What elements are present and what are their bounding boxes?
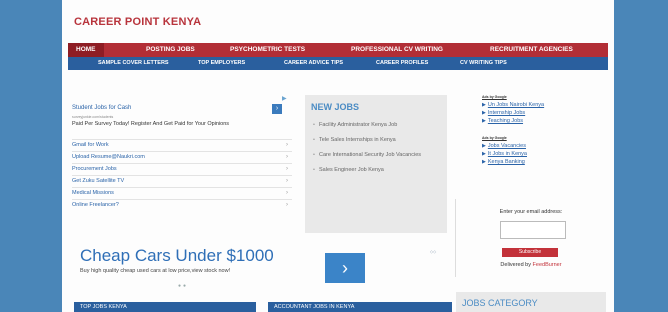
nav-career-advice-tips[interactable]: CAREER ADVICE TIPS: [284, 60, 343, 66]
nav-psychometric-tests[interactable]: PSYCHOMETRIC TESTS: [230, 46, 305, 53]
nav-recruitment-agencies[interactable]: RECRUITMENT AGENCIES: [490, 46, 573, 53]
carousel-dots[interactable]: ●●: [178, 283, 188, 289]
sidebar-ad-link[interactable]: ▶ Internship Jobs: [482, 110, 602, 116]
ad-link[interactable]: Gmail for Work ›: [72, 139, 292, 151]
ads-by-google-label[interactable]: Ads by Google: [482, 136, 602, 140]
sidebar-ad-link[interactable]: ▶ Kenya Banking: [482, 159, 602, 165]
ad-link[interactable]: Upload Resume@Naukri.com ›: [72, 151, 292, 163]
sidebar-ad-link[interactable]: ▶ Teaching Jobs: [482, 118, 602, 124]
new-jobs-widget: NEW JOBS Facility Administrator Kenya Jo…: [305, 95, 447, 233]
chevron-right-icon: ›: [286, 142, 288, 148]
sidebar-ad-link[interactable]: ▶ It Jobs in Kenya: [482, 151, 602, 157]
email-input[interactable]: [500, 221, 566, 239]
new-job-link[interactable]: Care International Security Job Vacancie…: [313, 151, 439, 159]
banner-ad-subtext: Buy high quality cheap used cars at low …: [80, 268, 231, 274]
ads-by-google-label[interactable]: Ads by Google: [482, 95, 602, 99]
ad-url[interactable]: surveyjunkie.com/students: [72, 115, 113, 119]
banner-ad-headline[interactable]: Cheap Cars Under $1000: [80, 246, 274, 266]
play-icon: ▶: [482, 102, 486, 108]
jobs-category-widget: JOBS CATEGORY: [456, 292, 606, 312]
ad-title[interactable]: Student Jobs for Cash: [72, 105, 131, 111]
play-icon: ▶: [482, 159, 486, 165]
delivered-by: Delivered by FeedBurner: [500, 262, 562, 268]
ad-link[interactable]: Online Freelancer? ›: [72, 199, 292, 211]
ad-link-list: Gmail for Work › Upload Resume@Naukri.com…: [72, 139, 292, 211]
new-job-link[interactable]: Facility Administrator Kenya Job: [313, 121, 439, 129]
adchoices-icon[interactable]: ▶: [282, 95, 287, 102]
sidebar-ad-link[interactable]: ▶ Jobs Vacancies: [482, 143, 602, 149]
section-bar: TOP JOBS KENYA: [74, 302, 256, 312]
new-jobs-heading: NEW JOBS: [311, 102, 360, 112]
site-logo[interactable]: CAREER POINT KENYA: [74, 16, 201, 28]
play-icon: ▶: [482, 118, 486, 124]
chevron-right-icon: ›: [286, 190, 288, 196]
nav-home[interactable]: HOME: [68, 43, 104, 57]
primary-nav: HOME POSTING JOBS PSYCHOMETRIC TESTS PRO…: [68, 43, 608, 57]
email-label: Enter your email address:: [499, 209, 563, 215]
sidebar-ad-links: Ads by Google ▶ Un Jobs Nairobi Kenya ▶ In…: [482, 95, 602, 167]
chevron-right-icon: ›: [286, 166, 288, 172]
sidebar-ad-link[interactable]: ▶ Un Jobs Nairobi Kenya: [482, 102, 602, 108]
chevron-right-icon: ›: [286, 154, 288, 160]
web-page: CAREER POINT KENYA HOME POSTING JOBS PSY…: [62, 0, 614, 312]
play-icon: ▶: [482, 151, 486, 157]
chevron-right-icon: ›: [286, 202, 288, 208]
ad-link[interactable]: Procurement Jobs ›: [72, 163, 292, 175]
adchoices-icon[interactable]: ◇◇: [430, 249, 436, 254]
nav-sample-cover-letters[interactable]: SAMPLE COVER LETTERS: [98, 60, 169, 66]
section-bar: ACCOUNTANT JOBS IN KENYA: [268, 302, 452, 312]
nav-posting-jobs[interactable]: POSTING JOBS: [146, 46, 195, 53]
new-job-link[interactable]: Sales Engineer Job Kenya: [313, 166, 439, 174]
jobs-category-heading: JOBS CATEGORY: [462, 298, 538, 308]
chevron-right-icon: ›: [286, 178, 288, 184]
section-title[interactable]: TOP JOBS KENYA: [80, 304, 127, 310]
nav-career-profiles[interactable]: CAREER PROFILES: [376, 60, 428, 66]
ad-link[interactable]: Medical Missions ›: [72, 187, 292, 199]
email-subscribe-widget: Enter your email address: Subscribe Deli…: [455, 199, 606, 277]
new-job-link[interactable]: Tele Sales Internships in Kenya: [313, 136, 439, 144]
nav-cv-writing-tips[interactable]: CV WRITING TIPS: [460, 60, 507, 66]
feedburner-link[interactable]: FeedBurner: [533, 262, 562, 268]
ad-link[interactable]: Get Zuku Satellite TV ›: [72, 175, 292, 187]
play-icon: ▶: [482, 110, 486, 116]
play-icon: ▶: [482, 143, 486, 149]
ad-arrow-button[interactable]: ›: [272, 104, 282, 114]
secondary-nav: SAMPLE COVER LETTERS TOP EMPLOYERS CAREE…: [68, 57, 608, 70]
ad-description: Paid Per Survey Today! Register And Get …: [72, 121, 230, 127]
subscribe-button[interactable]: Subscribe: [502, 248, 558, 257]
nav-professional-cv-writing[interactable]: PROFESSIONAL CV WRITING: [351, 46, 443, 53]
nav-top-employers[interactable]: TOP EMPLOYERS: [198, 60, 245, 66]
section-title[interactable]: ACCOUNTANT JOBS IN KENYA: [274, 304, 354, 310]
banner-ad-next-button[interactable]: ›: [325, 253, 365, 283]
